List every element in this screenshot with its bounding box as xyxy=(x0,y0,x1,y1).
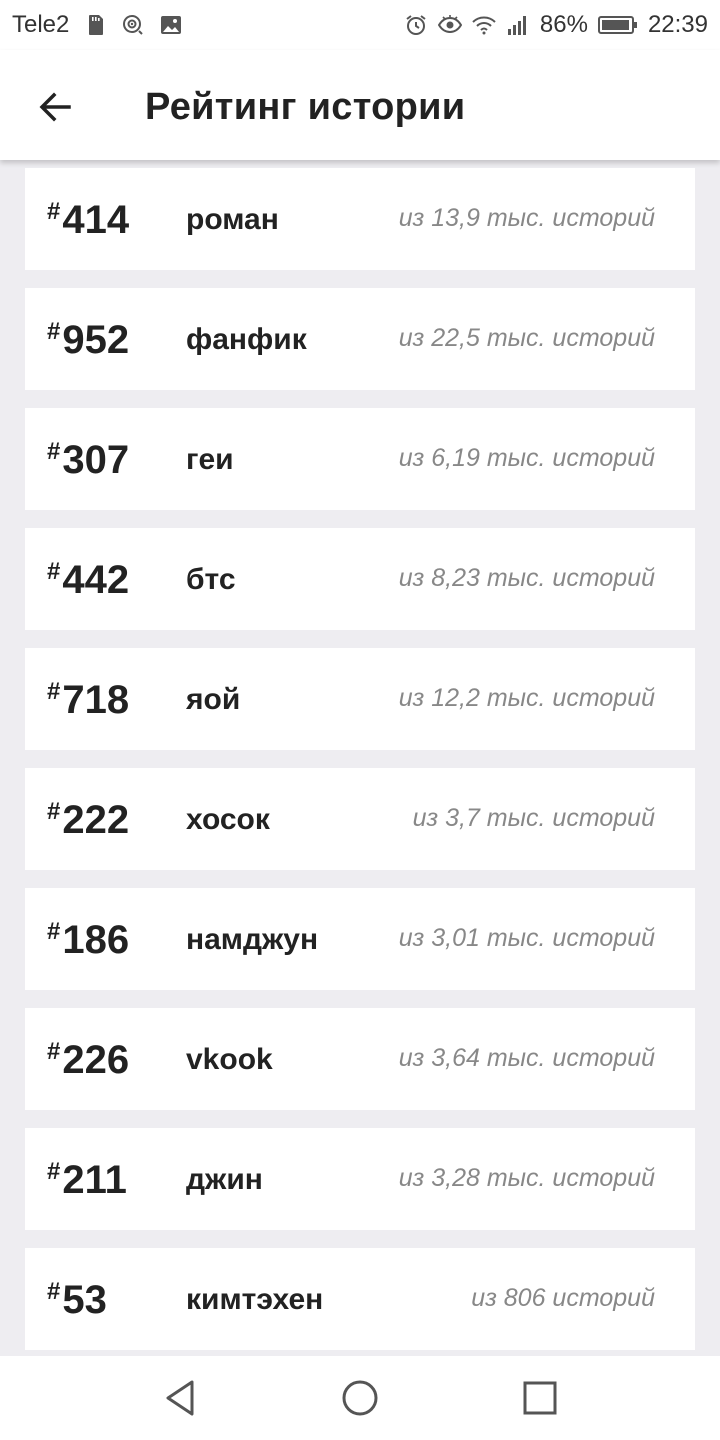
story-count: из 3,28 тыс. историй xyxy=(398,1164,655,1192)
rank-number: 186 xyxy=(62,918,130,962)
rank-number: 307 xyxy=(62,438,130,482)
rank-number: 952 xyxy=(62,318,130,362)
tag-name: роман xyxy=(186,203,279,236)
rank-hash: # xyxy=(47,918,61,945)
list-item[interactable]: #211 джин из 3,28 тыс. историй xyxy=(25,1128,695,1230)
nav-recents-button[interactable] xyxy=(518,1376,562,1420)
list-item[interactable]: #718 яой из 12,2 тыс. историй xyxy=(25,648,695,750)
hotspot-icon xyxy=(121,13,145,37)
alarm-icon xyxy=(404,13,428,37)
rank-hash: # xyxy=(47,798,61,825)
rank-number: 226 xyxy=(62,1038,130,1082)
rank: #442 xyxy=(47,558,129,602)
rank: #186 xyxy=(47,918,129,962)
rank-number: 222 xyxy=(62,798,130,842)
list-item[interactable]: #952 фанфик из 22,5 тыс. историй xyxy=(25,288,695,390)
nav-home-button[interactable] xyxy=(338,1376,382,1420)
rank-number: 53 xyxy=(62,1278,107,1322)
triangle-back-icon xyxy=(166,1380,194,1416)
tag-name: намджун xyxy=(186,923,319,956)
eye-icon xyxy=(437,13,462,37)
status-bar: Tele2 86% 22:39 xyxy=(0,0,720,50)
tag-name: хосок xyxy=(186,803,270,836)
rank-number: 211 xyxy=(62,1158,127,1202)
story-count: из 3,64 тыс. историй xyxy=(398,1044,655,1072)
story-count: из 3,7 тыс. историй xyxy=(412,804,655,832)
story-count: из 13,9 тыс. историй xyxy=(398,204,655,232)
rank-number: 442 xyxy=(62,558,130,602)
battery-percent: 86% xyxy=(539,11,588,38)
story-count: из 12,2 тыс. историй xyxy=(398,684,655,712)
tag-name: кимтэхен xyxy=(186,1283,324,1316)
list-item[interactable]: #186 намджун из 3,01 тыс. историй xyxy=(25,888,695,990)
list-item[interactable]: #414 роман из 13,9 тыс. историй xyxy=(25,168,695,270)
tag-name: геи xyxy=(186,443,234,476)
signal-icon xyxy=(506,13,530,37)
rank-hash: # xyxy=(47,558,61,585)
rank-hash: # xyxy=(47,1278,61,1305)
list-item[interactable]: #442 бтс из 8,23 тыс. историй xyxy=(25,528,695,630)
rank-hash: # xyxy=(47,198,61,225)
story-count: из 8,23 тыс. историй xyxy=(398,564,655,592)
sd-card-icon xyxy=(83,13,107,37)
arrow-left-icon xyxy=(39,92,71,122)
rank-hash: # xyxy=(47,438,61,465)
story-count: из 806 историй xyxy=(471,1284,655,1312)
app-bar: Рейтинг истории xyxy=(0,50,720,160)
story-count: из 6,19 тыс. историй xyxy=(398,444,655,472)
back-button[interactable] xyxy=(30,82,80,132)
story-count: из 3,01 тыс. историй xyxy=(398,924,655,952)
story-count: из 22,5 тыс. историй xyxy=(398,324,655,352)
image-icon xyxy=(159,13,183,37)
wifi-icon xyxy=(472,13,496,37)
rank: #307 xyxy=(47,438,129,482)
rank-hash: # xyxy=(47,1158,61,1185)
tag-name: яой xyxy=(186,683,241,716)
status-right: 86% 22:39 xyxy=(404,11,708,39)
tag-name: бтс xyxy=(186,563,236,596)
rank-hash: # xyxy=(47,1038,61,1065)
rank: #718 xyxy=(47,678,129,722)
ranking-list: #414 роман из 13,9 тыс. историй #952 фан… xyxy=(25,168,695,1368)
status-left: Tele2 xyxy=(12,11,183,39)
rank: #211 xyxy=(47,1158,127,1202)
tag-name: vkook xyxy=(186,1043,273,1076)
nav-back-button[interactable] xyxy=(158,1376,202,1420)
tag-name: фанфик xyxy=(186,323,307,356)
rank-number: 718 xyxy=(62,678,130,722)
circle-home-icon xyxy=(342,1380,378,1416)
list-item[interactable]: #222 хосок из 3,7 тыс. историй xyxy=(25,768,695,870)
rank: #222 xyxy=(47,798,129,842)
rank-number: 414 xyxy=(62,198,130,242)
system-nav-bar xyxy=(0,1356,720,1440)
page-title: Рейтинг истории xyxy=(145,86,466,128)
tag-name: джин xyxy=(186,1163,263,1196)
list-item[interactable]: #226 vkook из 3,64 тыс. историй xyxy=(25,1008,695,1110)
list-item[interactable]: #307 геи из 6,19 тыс. историй xyxy=(25,408,695,510)
carrier-name: Tele2 xyxy=(12,11,70,38)
rank-hash: # xyxy=(47,318,61,345)
rank: #53 xyxy=(47,1278,107,1322)
rank: #226 xyxy=(47,1038,129,1082)
battery-icon xyxy=(597,13,638,37)
rank-hash: # xyxy=(47,678,61,705)
rank: #414 xyxy=(47,198,129,242)
list-item[interactable]: #53 кимтэхен из 806 историй xyxy=(25,1248,695,1350)
rank: #952 xyxy=(47,318,129,362)
clock: 22:39 xyxy=(647,11,708,38)
square-recents-icon xyxy=(523,1381,557,1415)
